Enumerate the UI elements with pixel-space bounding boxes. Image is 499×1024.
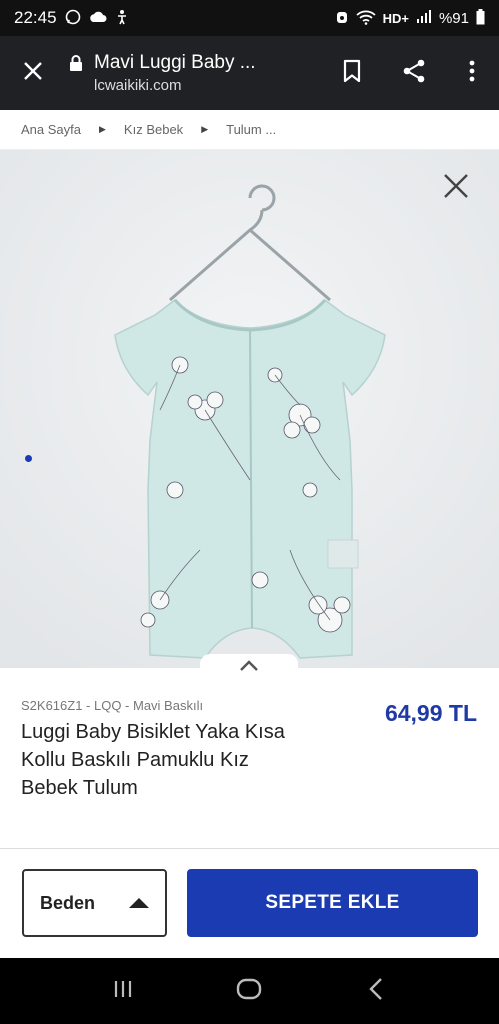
back-button[interactable] [346,966,406,1016]
accessibility-icon [115,9,129,27]
product-image-gallery[interactable] [0,150,499,668]
product-page: Ana Sayfa ▶ Kız Bebek ▶ Tulum ... S2K616… [0,110,499,958]
add-to-cart-button[interactable]: SEPETE EKLE [187,869,478,937]
product-price: 64,99 TL [384,700,477,726]
lock-icon [66,54,86,72]
more-icon [469,60,475,87]
gallery-indicator-dot[interactable] [25,455,32,462]
purchase-bar: Beden SEPETE EKLE [0,848,499,958]
page-title: Mavi Luggi Baby ... [94,52,256,73]
product-info-panel: S2K616Z1 - LQQ - Mavi Baskılı Luggi Baby… [0,654,499,848]
recents-button[interactable] [93,966,153,1016]
breadcrumb: Ana Sayfa ▶ Kız Bebek ▶ Tulum ... [0,110,499,150]
page-url: lcwaikiki.com [94,77,182,94]
close-icon [442,172,470,205]
expand-details-button[interactable] [200,654,298,682]
breadcrumb-separator-icon: ▶ [201,124,209,134]
gallery-close-button[interactable] [438,170,474,206]
bookmark-icon [343,59,361,88]
signal-icon [416,10,432,26]
battery-level: %91 [438,9,469,27]
caret-up-icon [129,898,149,908]
product-image [0,150,499,668]
chevron-up-icon [239,659,259,677]
status-bar: 22:45 HD+ %91 [0,0,499,36]
alarm-icon [335,9,349,27]
close-tab-button[interactable] [0,36,66,110]
breadcrumb-category[interactable]: Kız Bebek [124,122,183,137]
address-area[interactable]: Mavi Luggi Baby ... lcwaikiki.com [66,52,321,94]
share-button[interactable] [383,36,445,110]
size-select[interactable]: Beden [22,869,167,937]
close-icon [22,60,44,87]
product-name: Luggi Baby Bisiklet Yaka Kısa Kollu Bask… [21,721,285,799]
network-type: HD+ [382,10,409,26]
bookmark-button[interactable] [321,36,383,110]
cloud-icon [89,10,107,26]
home-icon [236,976,262,1007]
browser-toolbar: Mavi Luggi Baby ... lcwaikiki.com [0,36,499,110]
wifi-icon [355,9,376,27]
breadcrumb-separator-icon: ▶ [99,124,106,134]
breadcrumb-current[interactable]: Tulum ... [226,122,276,137]
whatsapp-icon [65,9,81,27]
back-icon [368,977,384,1006]
recents-icon [112,978,134,1005]
share-icon [401,58,427,89]
more-options-button[interactable] [445,36,499,110]
breadcrumb-home[interactable]: Ana Sayfa [21,122,81,137]
home-button[interactable] [219,966,279,1016]
size-select-label: Beden [40,892,96,913]
battery-icon [476,9,485,27]
product-sku: S2K616Z1 - LQQ - Mavi Baskılı [21,698,204,713]
system-navigation-bar [0,958,499,1024]
status-time: 22:45 [14,8,57,27]
